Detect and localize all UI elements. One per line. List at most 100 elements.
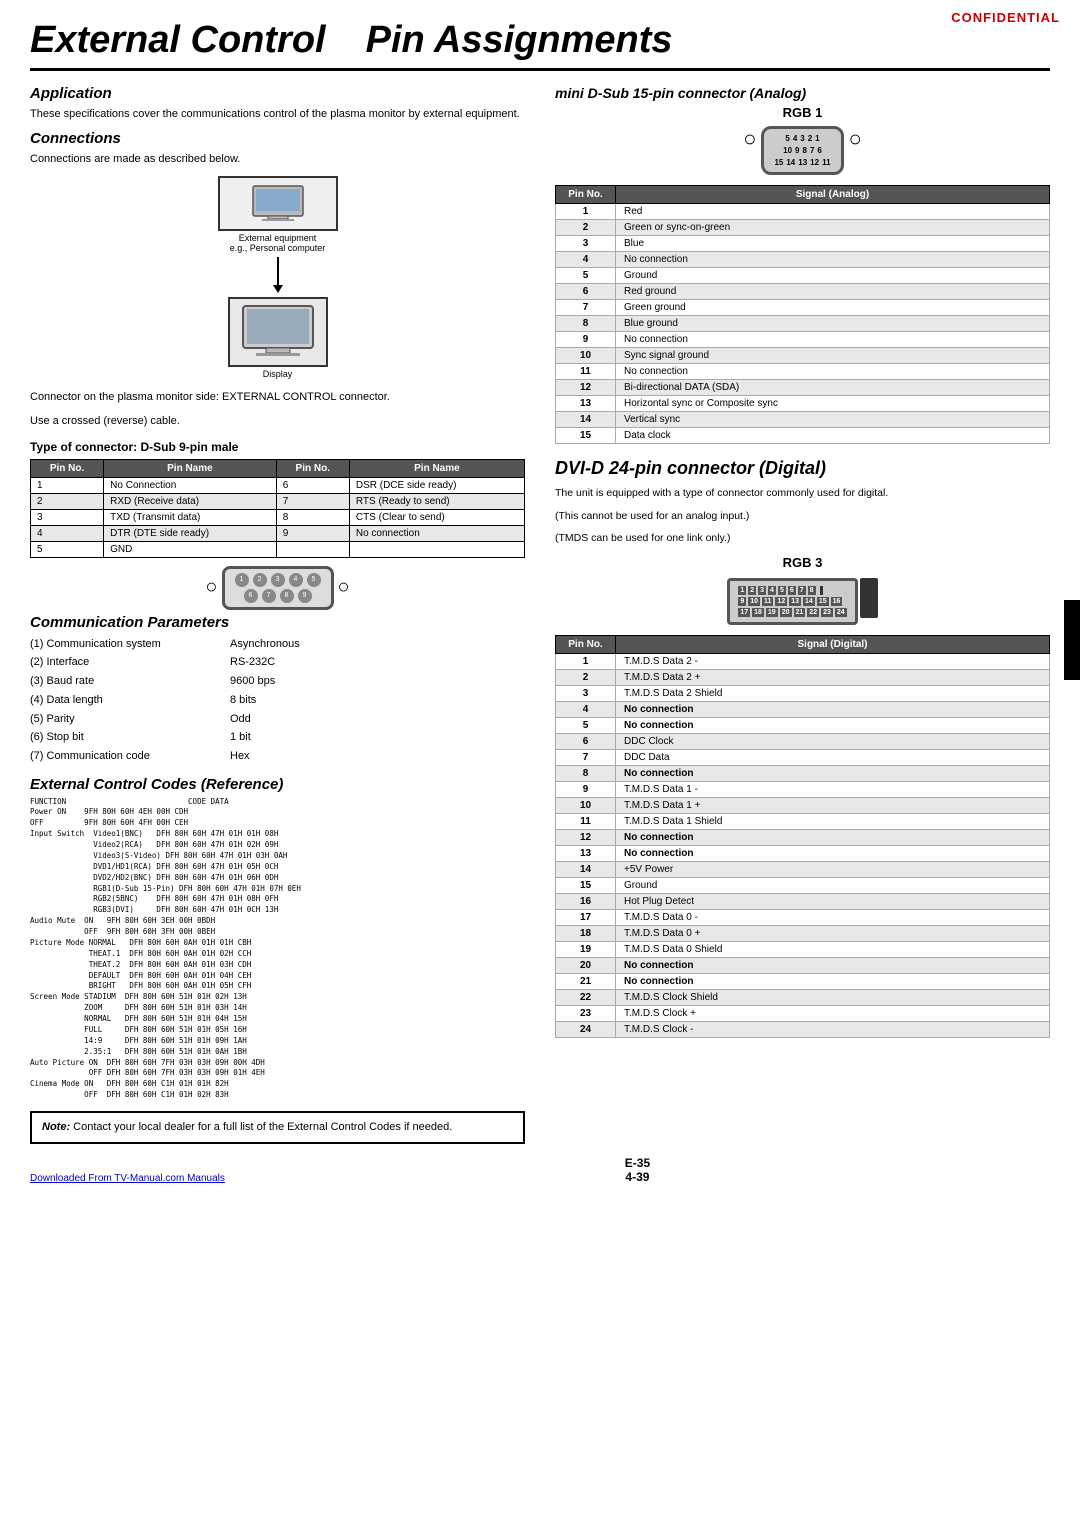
connector-type-table: Pin No. Pin Name Pin No. Pin Name 1No Co… xyxy=(30,459,525,558)
left-column: Application These specifications cover t… xyxy=(30,85,525,1144)
table-row: 3Blue xyxy=(556,235,1050,251)
connections-title: Connections xyxy=(30,130,525,147)
table-row: 9No connection xyxy=(556,331,1050,347)
comm-param-label: (3) Baud rate xyxy=(30,672,230,691)
ext-control-codes-section: External Control Codes (Reference) FUNCT… xyxy=(30,776,525,1102)
table-row: 7Green ground xyxy=(556,299,1050,315)
mini-dsub-section: mini D-Sub 15-pin connector (Analog) RGB… xyxy=(555,85,1050,444)
list-item: 2.35:1 DFH 80H 60H 51H 01H 0AH 1BH xyxy=(30,1047,525,1058)
col-pin-no-1: Pin No. xyxy=(31,459,104,477)
comm-params-table: (1) Communication systemAsynchronous(2) … xyxy=(30,635,525,766)
comm-param-value: 8 bits xyxy=(230,691,525,710)
list-item: THEAT.2 DFH 80H 60H 0AH 01H 03H CDH xyxy=(30,960,525,971)
table-row: 24T.M.D.S Clock - xyxy=(556,1022,1050,1038)
table-row: 2Green or sync-on-green xyxy=(556,219,1050,235)
list-item: Video3(S-Video) DFH 80H 60H 47H 01H 03H … xyxy=(30,851,525,862)
table-row: 23T.M.D.S Clock + xyxy=(556,1006,1050,1022)
dvi-signal-header: Signal (Digital) xyxy=(616,636,1050,654)
table-row: 3T.M.D.S Data 2 Shield xyxy=(556,686,1050,702)
application-section: Application These specifications cover t… xyxy=(30,85,525,123)
rgb1-pin-table: Pin No. Signal (Analog) 1Red2Green or sy… xyxy=(555,185,1050,444)
comm-param-label: (1) Communication system xyxy=(30,635,230,654)
dvi-title: DVI-D 24-pin connector (Digital) xyxy=(555,458,1050,479)
rgb1-diagram: ○ 5 4 3 2 1 10 9 8 7 6 xyxy=(555,126,1050,175)
table-row: 16Hot Plug Detect xyxy=(556,894,1050,910)
list-item: OFF DFH 80H 60H 7FH 03H 03H 09H 01H 4EH xyxy=(30,1068,525,1079)
col-pin-name-1: Pin Name xyxy=(104,459,277,477)
comm-param-value: 1 bit xyxy=(230,728,525,747)
comm-param-label: (4) Data length xyxy=(30,691,230,710)
table-row: 10Sync signal ground xyxy=(556,347,1050,363)
list-item: Cinema Mode ON DFH 80H 60H C1H 01H 01H 8… xyxy=(30,1079,525,1090)
ext-control-codes-title: External Control Codes (Reference) xyxy=(30,776,525,793)
list-item: Screen Mode STADIUM DFH 80H 60H 51H 01H … xyxy=(30,992,525,1003)
dvi-text3: (TMDS can be used for one link only.) xyxy=(555,530,1050,547)
dvi-pin-table: Pin No. Signal (Digital) 1T.M.D.S Data 2… xyxy=(555,635,1050,1038)
page-number: E-35 4-39 xyxy=(625,1156,650,1184)
table-row: 6DDC Clock xyxy=(556,734,1050,750)
application-title: Application xyxy=(30,85,525,102)
download-link[interactable]: Downloaded From TV-Manual.com Manuals xyxy=(30,1173,225,1184)
table-row: 8No connection xyxy=(556,766,1050,782)
list-item: 14:9 DFH 80H 60H 51H 01H 09H 1AH xyxy=(30,1036,525,1047)
table-row: 2RXD (Receive data)7RTS (Ready to send) xyxy=(31,493,525,509)
table-row: 4No connection xyxy=(556,702,1050,718)
table-row: 1T.M.D.S Data 2 - xyxy=(556,654,1050,670)
comm-param-label: (2) Interface xyxy=(30,653,230,672)
dvi-pin-no-header: Pin No. xyxy=(556,636,616,654)
footer: Downloaded From TV-Manual.com Manuals E-… xyxy=(30,1156,1050,1184)
comm-param-label: (7) Communication code xyxy=(30,747,230,766)
list-item: Power ON 9FH 80H 60H 4EH 00H CDH xyxy=(30,807,525,818)
table-row: 5Ground xyxy=(556,267,1050,283)
list-item: NORMAL DFH 80H 60H 51H 01H 04H 15H xyxy=(30,1014,525,1025)
pin-no-header: Pin No. xyxy=(556,185,616,203)
connector-text2: Use a crossed (reverse) cable. xyxy=(30,413,525,430)
application-text: These specifications cover the communica… xyxy=(30,106,525,123)
comm-param-value: Hex xyxy=(230,747,525,766)
table-row: 10T.M.D.S Data 1 + xyxy=(556,798,1050,814)
table-row: 17T.M.D.S Data 0 - xyxy=(556,910,1050,926)
comm-param-value: 9600 bps xyxy=(230,672,525,691)
table-row: 14Vertical sync xyxy=(556,411,1050,427)
list-item: ZOOM DFH 80H 60H 51H 01H 03H 14H xyxy=(30,1003,525,1014)
connections-diagram: External equipment e.g., Personal comput… xyxy=(30,176,525,379)
table-row: 20No connection xyxy=(556,958,1050,974)
list-item: OFF 9FH 80H 60H 3FH 00H 0BEH xyxy=(30,927,525,938)
table-row: 5No connection xyxy=(556,718,1050,734)
table-row: 1No Connection6DSR (DCE side ready) xyxy=(31,477,525,493)
display-label: Display xyxy=(228,369,328,379)
list-item: FUNCTION CODE DATA xyxy=(30,797,525,808)
external-equipment-box xyxy=(218,176,338,231)
rgb3-label: RGB 3 xyxy=(555,555,1050,570)
comm-param-label: (5) Parity xyxy=(30,710,230,729)
comm-param-label: (6) Stop bit xyxy=(30,728,230,747)
rgb1-label: RGB 1 xyxy=(555,105,1050,120)
table-row: 6Red ground xyxy=(556,283,1050,299)
col-pin-name-2: Pin Name xyxy=(349,459,524,477)
note-box: Note: Contact your local dealer for a fu… xyxy=(30,1111,525,1144)
note-label: Note: xyxy=(42,1121,70,1133)
connections-text: Connections are made as described below. xyxy=(30,151,525,168)
table-row: 8Blue ground xyxy=(556,315,1050,331)
dvi-text1: The unit is equipped with a type of conn… xyxy=(555,485,1050,502)
list-item: DVD2/HD2(BNC) DFH 80H 60H 47H 01H 06H 0D… xyxy=(30,873,525,884)
right-column: mini D-Sub 15-pin connector (Analog) RGB… xyxy=(555,85,1050,1144)
list-item: DEFAULT DFH 80H 60H 0AH 01H 04H CEH xyxy=(30,971,525,982)
table-row: 18T.M.D.S Data 0 + xyxy=(556,926,1050,942)
table-row: 12No connection xyxy=(556,830,1050,846)
connections-section: Connections Connections are made as desc… xyxy=(30,130,525,430)
list-item: RGB1(D-Sub 15-Pin) DFH 80H 60H 47H 01H 0… xyxy=(30,884,525,895)
ecr-content: FUNCTION CODE DATAPower ON 9FH 80H 60H 4… xyxy=(30,797,525,1102)
list-item: Input Switch Video1(BNC) DFH 80H 60H 47H… xyxy=(30,829,525,840)
list-item: BRIGHT DFH 80H 60H 0AH 01H 05H CFH xyxy=(30,981,525,992)
table-row: 22T.M.D.S Clock Shield xyxy=(556,990,1050,1006)
table-row: 4No connection xyxy=(556,251,1050,267)
table-row: 19T.M.D.S Data 0 Shield xyxy=(556,942,1050,958)
rgb3-diagram: 1 2 3 4 5 6 7 8 9 10 11 12 xyxy=(555,578,1050,625)
list-item: Audio Mute ON 9FH 80H 60H 3EH 00H 0BDH xyxy=(30,916,525,927)
list-item: Video2(RCA) DFH 80H 60H 47H 01H 02H 09H xyxy=(30,840,525,851)
table-row: 15Data clock xyxy=(556,427,1050,443)
page-title: External Control Pin Assignments xyxy=(30,20,1050,71)
dvi-text2: (This cannot be used for an analog input… xyxy=(555,508,1050,525)
comm-param-value: Asynchronous xyxy=(230,635,525,654)
